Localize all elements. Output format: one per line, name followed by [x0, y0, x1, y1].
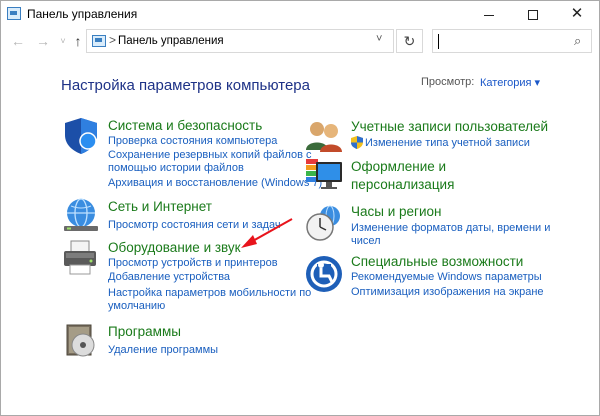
- view-by-label: Просмотр:: [421, 76, 475, 88]
- link-network-status[interactable]: Просмотр состояния сети и задач: [108, 218, 281, 232]
- minimize-icon: [484, 14, 494, 16]
- monitor-palette-icon[interactable]: [304, 156, 344, 196]
- control-panel-window: Панель управления ✕ ← → ˅ ↑ > Панель упр…: [0, 0, 600, 416]
- window-title: Панель управления: [27, 7, 138, 21]
- up-button[interactable]: ↑: [69, 32, 87, 50]
- back-button[interactable]: ←: [9, 32, 27, 50]
- close-button[interactable]: ✕: [555, 1, 599, 28]
- link-mobility-settings[interactable]: Настройка параметров мобильности по: [108, 286, 311, 300]
- printer-icon[interactable]: [61, 238, 101, 278]
- uac-shield-icon: [351, 136, 363, 149]
- link-date-time-formats[interactable]: Изменение форматов даты, времени и: [351, 221, 550, 235]
- refresh-button[interactable]: ↻: [396, 29, 423, 53]
- link-uninstall-program[interactable]: Удаление программы: [108, 343, 218, 357]
- link-recommended-settings[interactable]: Рекомендуемые Windows параметры: [351, 270, 542, 284]
- maximize-icon: [528, 10, 538, 21]
- globe-network-icon[interactable]: [61, 196, 101, 236]
- link-add-device[interactable]: Добавление устройства: [108, 270, 230, 284]
- search-input[interactable]: ⌕: [432, 29, 592, 53]
- maximize-button[interactable]: [511, 1, 555, 28]
- category-title[interactable]: Специальные возможности: [351, 254, 523, 269]
- breadcrumb-control-panel[interactable]: Панель управления: [118, 35, 224, 47]
- accessibility-icon[interactable]: [304, 254, 344, 294]
- clock-globe-icon[interactable]: [304, 203, 344, 243]
- address-bar[interactable]: > Панель управления ˅: [86, 29, 394, 53]
- text-caret: [438, 34, 439, 49]
- breadcrumb-separator-icon[interactable]: >: [109, 33, 116, 47]
- link-file-history-cont[interactable]: помощью истории файлов: [108, 161, 244, 175]
- category-title[interactable]: Часы и регион: [351, 204, 441, 219]
- link-change-account-type[interactable]: Изменение типа учетной записи: [365, 136, 530, 150]
- category-title[interactable]: Сеть и Интернет: [108, 199, 212, 214]
- control-panel-icon: [7, 7, 21, 20]
- title-bar: Панель управления ✕: [1, 1, 599, 28]
- link-mobility-settings-cont[interactable]: умолчанию: [108, 299, 165, 313]
- forward-button[interactable]: →: [34, 32, 52, 50]
- control-panel-icon: [92, 35, 106, 47]
- category-title-line2[interactable]: персонализация: [351, 177, 454, 192]
- link-date-time-formats-cont[interactable]: чисел: [351, 234, 381, 248]
- link-devices-printers[interactable]: Просмотр устройств и принтеров: [108, 256, 278, 270]
- category-title[interactable]: Оборудование и звук: [108, 240, 241, 255]
- page-title: Настройка параметров компьютера: [61, 77, 310, 94]
- navigation-bar: ← → ˅ ↑ > Панель управления ˅ ↻ ⌕: [1, 28, 599, 56]
- view-by-dropdown[interactable]: Категория ▾: [480, 76, 540, 89]
- category-title[interactable]: Учетные записи пользователей: [351, 119, 548, 134]
- shield-icon[interactable]: [61, 116, 101, 156]
- search-icon[interactable]: ⌕: [574, 33, 581, 49]
- category-title[interactable]: Система и безопасность: [108, 118, 262, 133]
- link-optimize-display[interactable]: Оптимизация изображения на экране: [351, 285, 544, 299]
- programs-disc-icon[interactable]: [61, 321, 101, 361]
- address-dropdown-icon[interactable]: ˅: [376, 33, 382, 45]
- link-check-status[interactable]: Проверка состояния компьютера: [108, 134, 277, 148]
- link-file-history[interactable]: Сохранение резервных копий файлов с: [108, 148, 312, 162]
- category-title[interactable]: Программы: [108, 324, 181, 339]
- users-icon[interactable]: [304, 116, 344, 156]
- category-title-line1[interactable]: Оформление и: [351, 159, 446, 174]
- minimize-button[interactable]: [467, 1, 511, 28]
- link-backup-restore[interactable]: Архивация и восстановление (Windows 7): [108, 176, 322, 190]
